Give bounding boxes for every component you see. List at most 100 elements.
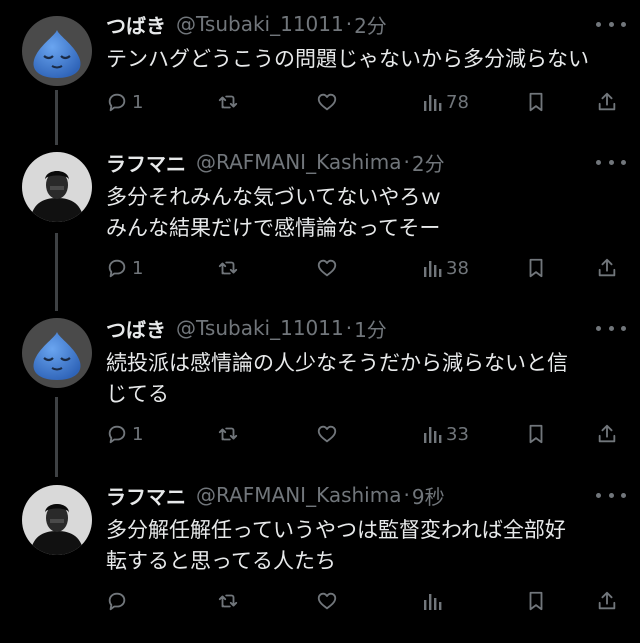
tweet-text-line: みんな結果だけで感情論なってそー bbox=[106, 216, 441, 240]
separator-dot: · bbox=[403, 483, 410, 507]
timestamp[interactable]: 9秒 bbox=[412, 481, 445, 510]
retweet-button[interactable] bbox=[216, 587, 240, 615]
person-photo-icon bbox=[22, 485, 92, 555]
reply-button[interactable]: 1 bbox=[106, 88, 143, 116]
display-name[interactable]: つばき bbox=[106, 10, 166, 39]
reply-count: 1 bbox=[132, 423, 144, 445]
slime-icon bbox=[22, 16, 92, 86]
display-name[interactable]: ラフマニ bbox=[106, 481, 186, 510]
bookmark-button[interactable] bbox=[526, 420, 546, 448]
heart-icon bbox=[317, 592, 337, 610]
tweet-actions bbox=[0, 587, 640, 615]
avatar[interactable] bbox=[22, 318, 92, 388]
tweet-text-line: 多分解任解任っていうやつは監督変われば全部好 bbox=[106, 518, 566, 542]
tweet-text-line: 転すると思ってる人たち bbox=[106, 549, 336, 573]
user-handle[interactable]: @RAFMANI_Kashima bbox=[196, 483, 401, 507]
tweet-actions: 1 33 bbox=[0, 420, 640, 448]
share-button[interactable] bbox=[596, 254, 618, 282]
retweet-icon bbox=[218, 95, 238, 109]
reply-button[interactable] bbox=[106, 587, 132, 615]
share-button[interactable] bbox=[596, 587, 618, 615]
reply-icon bbox=[108, 259, 126, 278]
bookmark-button[interactable] bbox=[526, 587, 546, 615]
share-icon bbox=[598, 591, 616, 610]
bookmark-icon bbox=[529, 258, 543, 278]
share-icon bbox=[598, 424, 616, 443]
more-options-icon[interactable] bbox=[596, 320, 626, 336]
views-button[interactable]: 38 bbox=[422, 254, 469, 282]
like-button[interactable] bbox=[316, 88, 338, 116]
separator-dot: · bbox=[403, 150, 410, 174]
more-options-icon[interactable] bbox=[596, 487, 626, 503]
share-icon bbox=[598, 258, 616, 277]
more-options-icon[interactable] bbox=[596, 154, 626, 170]
avatar[interactable] bbox=[22, 485, 92, 555]
retweet-icon bbox=[218, 594, 238, 608]
bookmark-icon bbox=[529, 92, 543, 112]
tweet[interactable]: つばき @Tsubaki_11011 · 1分 続投派は感情論の人少なそうだから… bbox=[0, 314, 640, 464]
bookmark-button[interactable] bbox=[526, 88, 546, 116]
person-photo-icon bbox=[22, 152, 92, 222]
bookmark-icon bbox=[529, 591, 543, 611]
tweet-text-line: 続投派は感情論の人少なそうだから減らないと信 bbox=[106, 351, 568, 375]
more-options-icon[interactable] bbox=[596, 16, 626, 32]
retweet-icon bbox=[218, 261, 238, 275]
user-handle[interactable]: @Tsubaki_11011 bbox=[176, 12, 344, 36]
share-button[interactable] bbox=[596, 420, 618, 448]
retweet-button[interactable] bbox=[216, 254, 240, 282]
timestamp[interactable]: 1分 bbox=[354, 314, 387, 343]
reply-button[interactable]: 1 bbox=[106, 254, 143, 282]
display-name[interactable]: つばき bbox=[106, 314, 166, 343]
avatar[interactable] bbox=[22, 16, 92, 86]
tweet-actions: 1 78 bbox=[0, 88, 640, 116]
tweet[interactable]: ラフマニ @RAFMANI_Kashima · 2分 多分それみんな気づいてない… bbox=[0, 148, 640, 298]
retweet-button[interactable] bbox=[216, 420, 240, 448]
views-icon bbox=[424, 261, 442, 277]
view-count: 78 bbox=[446, 91, 469, 113]
tweet-header: ラフマニ @RAFMANI_Kashima · 9秒 bbox=[106, 481, 445, 509]
retweet-button[interactable] bbox=[216, 88, 240, 116]
view-count: 33 bbox=[446, 423, 469, 445]
avatar[interactable] bbox=[22, 152, 92, 222]
tweet-text: 多分それみんな気づいてないやろｗ みんな結果だけで感情論なってそー bbox=[106, 182, 626, 244]
tweet[interactable]: ラフマニ @RAFMANI_Kashima · 9秒 多分解任解任っていうやつは… bbox=[0, 481, 640, 631]
user-handle[interactable]: @RAFMANI_Kashima bbox=[196, 150, 401, 174]
tweet-header: ラフマニ @RAFMANI_Kashima · 2分 bbox=[106, 148, 445, 176]
tweet-header: つばき @Tsubaki_11011 · 2分 bbox=[106, 10, 387, 38]
view-count: 38 bbox=[446, 257, 469, 279]
tweet-text: 多分解任解任っていうやつは監督変われば全部好 転すると思ってる人たち bbox=[106, 515, 626, 577]
like-button[interactable] bbox=[316, 587, 338, 615]
like-button[interactable] bbox=[316, 420, 338, 448]
share-icon bbox=[598, 92, 616, 111]
tweet-text: 続投派は感情論の人少なそうだから減らないと信 じてる bbox=[106, 348, 626, 410]
reply-count: 1 bbox=[132, 91, 144, 113]
tweet-actions: 1 38 bbox=[0, 254, 640, 282]
bookmark-button[interactable] bbox=[526, 254, 546, 282]
separator-dot: · bbox=[345, 12, 353, 36]
bookmark-icon bbox=[529, 424, 543, 444]
views-button[interactable] bbox=[422, 587, 446, 615]
reply-icon bbox=[108, 93, 126, 112]
views-icon bbox=[424, 427, 442, 443]
user-handle[interactable]: @Tsubaki_11011 bbox=[176, 316, 344, 340]
display-name[interactable]: ラフマニ bbox=[106, 148, 186, 177]
share-button[interactable] bbox=[596, 88, 618, 116]
tweet-text-line: 多分それみんな気づいてないやろｗ bbox=[106, 185, 442, 209]
timestamp[interactable]: 2分 bbox=[354, 10, 387, 39]
views-button[interactable]: 78 bbox=[422, 88, 469, 116]
like-button[interactable] bbox=[316, 254, 338, 282]
heart-icon bbox=[317, 93, 337, 111]
heart-icon bbox=[317, 425, 337, 443]
reply-count: 1 bbox=[132, 257, 144, 279]
views-button[interactable]: 33 bbox=[422, 420, 469, 448]
reply-icon bbox=[108, 425, 126, 444]
tweet-text-line: じてる bbox=[106, 382, 169, 406]
tweet-header: つばき @Tsubaki_11011 · 1分 bbox=[106, 314, 387, 342]
slime-icon bbox=[22, 318, 92, 388]
tweet[interactable]: つばき @Tsubaki_11011 · 2分 テンハグどうこうの問題じゃないか… bbox=[0, 10, 640, 130]
timestamp[interactable]: 2分 bbox=[412, 148, 445, 177]
reply-button[interactable]: 1 bbox=[106, 420, 143, 448]
conversation-thread: つばき @Tsubaki_11011 · 2分 テンハグどうこうの問題じゃないか… bbox=[0, 0, 640, 643]
heart-icon bbox=[317, 259, 337, 277]
separator-dot: · bbox=[345, 316, 353, 340]
